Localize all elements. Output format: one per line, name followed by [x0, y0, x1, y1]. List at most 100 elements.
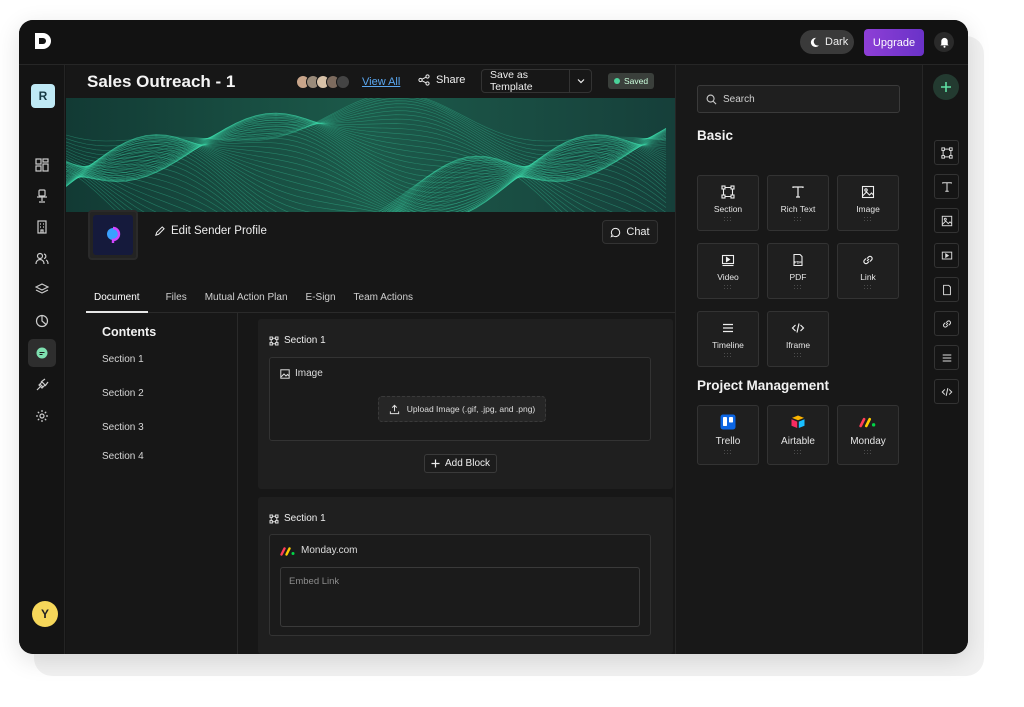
edit-sender-profile-label: Edit Sender Profile: [171, 225, 267, 237]
tile-label: Monday: [850, 436, 886, 447]
embed-link-input[interactable]: Embed Link: [280, 567, 640, 627]
settings-gear-icon[interactable]: [32, 406, 52, 426]
layers-icon[interactable]: [32, 279, 52, 299]
tile-label: Image: [856, 204, 880, 214]
block-tile-airtable[interactable]: Airtable :::: [767, 405, 829, 465]
contents-title: Contents: [102, 325, 157, 339]
monday-block: Monday.com Embed Link: [269, 534, 651, 636]
document-tabs: Document Files Mutual Action Plan E-Sign…: [86, 291, 675, 313]
chat-icon: [610, 227, 621, 238]
pie-chart-icon[interactable]: [32, 311, 52, 331]
pdf-icon[interactable]: [934, 277, 959, 302]
contents-item-section-4[interactable]: Section 4: [102, 451, 144, 462]
timeline-icon[interactable]: [934, 345, 959, 370]
share-button[interactable]: Share: [418, 74, 465, 86]
contents-item-section-3[interactable]: Section 3: [102, 422, 144, 433]
chevron-down-icon[interactable]: [569, 70, 591, 92]
block-tile-section[interactable]: Section :::: [697, 175, 759, 231]
drag-handle-icon[interactable]: :::: [794, 216, 803, 224]
drag-handle-icon[interactable]: :::: [864, 216, 873, 224]
text-icon[interactable]: [934, 174, 959, 199]
chat-button[interactable]: Chat: [602, 220, 658, 244]
tab-team-actions[interactable]: Team Actions: [354, 291, 413, 313]
upload-image-label: Upload Image (.gif, .jpg, and .png): [406, 404, 536, 414]
collaborator-avatars[interactable]: [296, 75, 350, 89]
building-icon[interactable]: [32, 217, 52, 237]
svg-text:PDF: PDF: [794, 261, 802, 265]
drag-handle-icon[interactable]: :::: [864, 284, 873, 292]
dashboard-icon[interactable]: [32, 155, 52, 175]
block-tile-iframe[interactable]: Iframe :::: [767, 311, 829, 367]
chat-bubble-icon[interactable]: [28, 339, 56, 367]
block-tile-timeline[interactable]: Timeline :::: [697, 311, 759, 367]
view-all-link[interactable]: View All: [362, 76, 400, 88]
notification-bell-icon[interactable]: [934, 32, 954, 52]
avatar: [336, 75, 350, 89]
add-block-button[interactable]: Add Block: [424, 454, 497, 473]
status-label: Saved: [624, 76, 649, 86]
video-icon[interactable]: [934, 243, 959, 268]
trello-logo-icon: [720, 414, 736, 430]
contents-item-section-1[interactable]: Section 1: [102, 354, 144, 365]
upgrade-button[interactable]: Upgrade: [864, 29, 924, 56]
section-icon: [269, 514, 279, 523]
monday-logo-icon: [280, 546, 295, 556]
section-icon[interactable]: [934, 140, 959, 165]
tile-label: Video: [717, 272, 739, 282]
section-header[interactable]: Section 1: [269, 513, 326, 524]
drag-handle-icon[interactable]: :::: [864, 449, 873, 457]
users-icon[interactable]: [32, 248, 52, 268]
page-title[interactable]: Sales Outreach - 1: [87, 72, 235, 92]
tile-label: PDF: [789, 272, 807, 282]
plug-icon[interactable]: [32, 375, 52, 395]
monday-block-label: Monday.com: [301, 545, 358, 556]
block-tile-image[interactable]: Image :::: [837, 175, 899, 231]
theme-toggle[interactable]: Dark: [800, 30, 854, 54]
user-avatar[interactable]: Y: [32, 601, 58, 627]
moon-icon: [810, 37, 820, 47]
basic-heading: Basic: [697, 128, 734, 143]
image-icon[interactable]: [934, 208, 959, 233]
top-bar: Dark Upgrade: [19, 20, 968, 65]
block-tile-monday[interactable]: Monday :::: [837, 405, 899, 465]
upload-icon: [389, 404, 399, 414]
airtable-logo-icon: [791, 415, 805, 428]
theme-label: Dark: [825, 36, 849, 48]
block-tile-video[interactable]: Video :::: [697, 243, 759, 299]
search-icon: [706, 94, 717, 104]
drag-handle-icon[interactable]: :::: [794, 284, 803, 292]
drag-handle-icon[interactable]: :::: [794, 352, 803, 360]
desk-chair-icon[interactable]: [32, 186, 52, 206]
block-tile-trello[interactable]: Trello :::: [697, 405, 759, 465]
tab-document[interactable]: Document: [86, 291, 148, 313]
contents-sidebar: Contents Section 1 Section 2 Section 3 S…: [86, 313, 238, 654]
section-header[interactable]: Section 1: [269, 335, 326, 346]
drag-handle-icon[interactable]: :::: [724, 284, 733, 292]
drag-handle-icon[interactable]: :::: [724, 449, 733, 457]
cover-banner[interactable]: [66, 98, 675, 212]
image-icon: [861, 185, 875, 199]
blocks-panel: Search Basic Section ::: Rich Text ::: I…: [675, 65, 922, 654]
tab-files[interactable]: Files: [166, 291, 187, 313]
link-icon[interactable]: [934, 311, 959, 336]
code-icon[interactable]: [934, 379, 959, 404]
drag-handle-icon[interactable]: :::: [724, 352, 733, 360]
edit-sender-profile-button[interactable]: Edit Sender Profile: [154, 225, 267, 237]
add-icon[interactable]: [933, 74, 959, 100]
drag-handle-icon[interactable]: :::: [724, 216, 733, 224]
drag-handle-icon[interactable]: :::: [794, 449, 803, 457]
contents-item-section-2[interactable]: Section 2: [102, 388, 144, 399]
brand-logo-icon: [107, 226, 121, 243]
block-tile-rich-text[interactable]: Rich Text :::: [767, 175, 829, 231]
section-icon: [269, 336, 279, 345]
save-as-template-button[interactable]: Save as Template: [481, 69, 592, 93]
tab-mutual-action-plan[interactable]: Mutual Action Plan: [205, 291, 288, 313]
search-input[interactable]: Search: [697, 85, 900, 113]
upload-image-button[interactable]: Upload Image (.gif, .jpg, and .png): [378, 396, 546, 422]
tab-e-sign[interactable]: E-Sign: [306, 291, 336, 313]
block-tile-link[interactable]: Link :::: [837, 243, 899, 299]
workspace-badge[interactable]: R: [31, 84, 55, 108]
block-tile-pdf[interactable]: PDF PDF :::: [767, 243, 829, 299]
sender-logo[interactable]: [88, 210, 138, 260]
app-logo-icon[interactable]: [31, 30, 53, 52]
